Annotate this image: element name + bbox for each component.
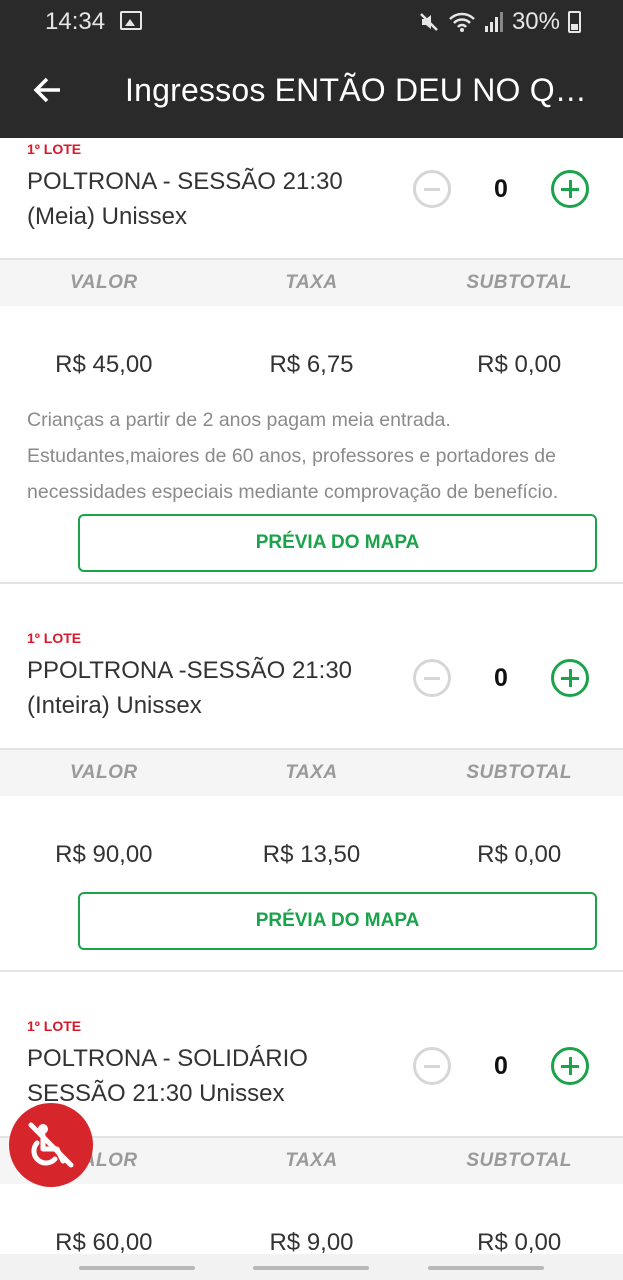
battery-level: 30% <box>511 8 560 35</box>
ticket-card: 1º LOTE PPOLTRONA -SESSÃO 21:30 (Inteira… <box>0 584 623 972</box>
ticket-name-line: (Meia) Unissex <box>27 203 188 230</box>
ticket-header: 1º LOTE POLTRONA - SOLIDÁRIO SESSÃO 21:3… <box>0 972 623 1138</box>
subtotal-label: SUBTOTAL <box>466 762 573 783</box>
price-header: VALOR TAXA SUBTOTAL <box>0 260 623 306</box>
valor-value: R$ 60,00 <box>55 1229 153 1256</box>
wifi-icon <box>448 11 476 33</box>
app-bar: Ingressos ENTÃO DEU NO QUE DEU <box>0 44 623 138</box>
lote-badge: 1º LOTE <box>27 630 82 646</box>
subtotal-value: R$ 0,00 <box>477 841 562 868</box>
ticket-card: 1º LOTE POLTRONA - SOLIDÁRIO SESSÃO 21:3… <box>0 972 623 1280</box>
ticket-header: 1º LOTE POLTRONA - SESSÃO 21:30 (Meia) U… <box>0 138 623 260</box>
valor-label: VALOR <box>70 762 138 783</box>
ticket-name-line: POLTRONA - SOLIDÁRIO <box>27 1045 308 1072</box>
ticket-name: POLTRONA - SESSÃO 21:30 (Meia) Unissex <box>27 164 427 234</box>
battery-icon <box>568 11 581 33</box>
ticket-card: 1º LOTE POLTRONA - SESSÃO 21:30 (Meia) U… <box>0 138 623 584</box>
taxa-value: R$ 13,50 <box>262 841 361 868</box>
quantity-stepper: 0 <box>413 659 589 697</box>
lote-badge: 1º LOTE <box>27 141 82 157</box>
nav-back-handle[interactable] <box>428 1266 544 1270</box>
accessibility-button[interactable] <box>9 1103 93 1187</box>
signal-icon <box>484 11 504 33</box>
taxa-value: R$ 9,00 <box>269 1229 354 1256</box>
quantity-value: 0 <box>494 1051 508 1080</box>
increase-quantity-button[interactable] <box>551 659 589 697</box>
subtotal-label: SUBTOTAL <box>466 272 573 293</box>
back-button[interactable] <box>28 70 68 110</box>
quantity-value: 0 <box>494 663 508 692</box>
taxa-label: TAXA <box>285 272 338 293</box>
ticket-name: PPOLTRONA -SESSÃO 21:30 (Inteira) Unisse… <box>27 653 427 723</box>
subtotal-value: R$ 0,00 <box>477 351 562 378</box>
image-icon <box>120 11 142 30</box>
system-nav-bar <box>0 1254 623 1280</box>
decrease-quantity-button[interactable] <box>413 1047 451 1085</box>
taxa-value: R$ 6,75 <box>269 351 354 378</box>
increase-quantity-button[interactable] <box>551 170 589 208</box>
decrease-quantity-button[interactable] <box>413 659 451 697</box>
status-icons: 30% <box>418 8 581 36</box>
valor-label: VALOR <box>70 272 138 293</box>
ticket-name-line: PPOLTRONA -SESSÃO 21:30 <box>27 657 353 684</box>
price-header: VALOR TAXA SUBTOTAL <box>0 750 623 796</box>
page-title: Ingressos ENTÃO DEU NO QUE DEU <box>125 72 595 108</box>
map-preview-button[interactable]: PRÉVIA DO MAPA <box>78 514 597 572</box>
quantity-stepper: 0 <box>413 170 589 208</box>
status-time: 14:34 <box>45 8 106 35</box>
mute-icon <box>418 11 440 33</box>
arrow-left-icon <box>33 77 60 103</box>
ticket-name-line: SESSÃO 21:30 Unissex <box>27 1080 285 1107</box>
ticket-name-line: (Inteira) Unissex <box>27 692 202 719</box>
quantity-value: 0 <box>494 174 508 203</box>
nav-home-handle[interactable] <box>253 1266 369 1270</box>
subtotal-label: SUBTOTAL <box>466 1150 573 1171</box>
valor-value: R$ 90,00 <box>55 841 153 868</box>
taxa-label: TAXA <box>285 1150 338 1171</box>
ticket-header: 1º LOTE PPOLTRONA -SESSÃO 21:30 (Inteira… <box>0 584 623 750</box>
wheelchair-icon <box>28 1122 74 1168</box>
status-bar: 14:34 30% <box>0 0 623 44</box>
taxa-label: TAXA <box>285 762 338 783</box>
increase-quantity-button[interactable] <box>551 1047 589 1085</box>
quantity-stepper: 0 <box>413 1047 589 1085</box>
ticket-description: Crianças a partir de 2 anos pagam meia e… <box>27 409 559 503</box>
ticket-list: 1º LOTE POLTRONA - SESSÃO 21:30 (Meia) U… <box>0 138 623 1280</box>
lote-badge: 1º LOTE <box>27 1018 82 1034</box>
ticket-name-line: POLTRONA - SESSÃO 21:30 <box>27 168 343 195</box>
decrease-quantity-button[interactable] <box>413 170 451 208</box>
map-preview-button[interactable]: PRÉVIA DO MAPA <box>78 892 597 950</box>
subtotal-value: R$ 0,00 <box>477 1229 562 1256</box>
nav-recent-handle[interactable] <box>79 1266 195 1270</box>
price-header: VALOR TAXA SUBTOTAL <box>0 1138 623 1184</box>
valor-value: R$ 45,00 <box>55 351 153 378</box>
ticket-name: POLTRONA - SOLIDÁRIO SESSÃO 21:30 Unisse… <box>27 1041 427 1111</box>
